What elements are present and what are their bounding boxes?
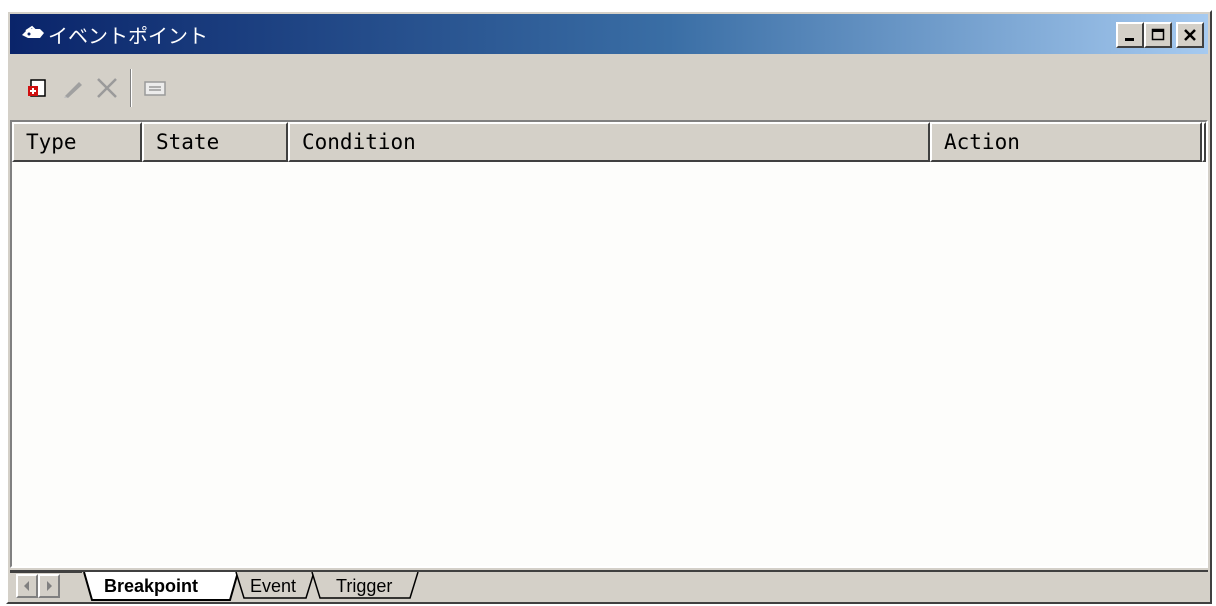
delete-icon	[97, 78, 117, 98]
tab-scroll-left-button[interactable]	[16, 574, 38, 598]
minimize-icon	[1125, 38, 1134, 41]
maximize-button[interactable]	[1144, 22, 1172, 48]
tab-event[interactable]: Event	[250, 576, 296, 597]
title-bar[interactable]: イベントポイント	[10, 14, 1208, 54]
close-icon	[1184, 29, 1196, 41]
column-header-action[interactable]: Action	[930, 122, 1202, 162]
column-header-type[interactable]: Type	[12, 122, 142, 162]
arrow-left-icon	[24, 581, 29, 591]
toolbar-separator	[130, 69, 132, 107]
minimize-button[interactable]	[1116, 22, 1144, 48]
edit-button[interactable]	[56, 72, 90, 104]
window-title: イベントポイント	[48, 23, 208, 48]
arrow-right-icon	[47, 581, 52, 591]
close-button[interactable]	[1176, 22, 1204, 48]
tab-breakpoint[interactable]: Breakpoint	[104, 576, 198, 597]
caption-buttons	[1116, 22, 1204, 48]
tab-scroll-right-button[interactable]	[38, 574, 60, 598]
list-header: Type State Condition Action	[12, 122, 1206, 162]
tab-trigger[interactable]: Trigger	[336, 576, 392, 597]
event-point-window: イベントポイント Type State Condition Action Bre…	[6, 10, 1212, 604]
delete-button[interactable]	[90, 72, 124, 104]
maximize-icon	[1151, 28, 1165, 41]
eventpoint-app-icon	[22, 25, 44, 38]
edit-icon	[64, 82, 82, 98]
properties-icon	[144, 81, 166, 96]
column-header-filler	[1202, 122, 1206, 162]
column-header-condition[interactable]: Condition	[288, 122, 930, 162]
tab-strip: Breakpoint Event Trigger	[10, 570, 1208, 602]
add-button[interactable]	[22, 72, 56, 104]
tab-scroll-arrows	[16, 574, 60, 598]
event-point-list[interactable]: Type State Condition Action	[10, 120, 1208, 568]
column-header-state[interactable]: State	[142, 122, 288, 162]
add-icon	[28, 79, 46, 97]
properties-button[interactable]	[138, 72, 172, 104]
toolbar	[10, 58, 1208, 118]
